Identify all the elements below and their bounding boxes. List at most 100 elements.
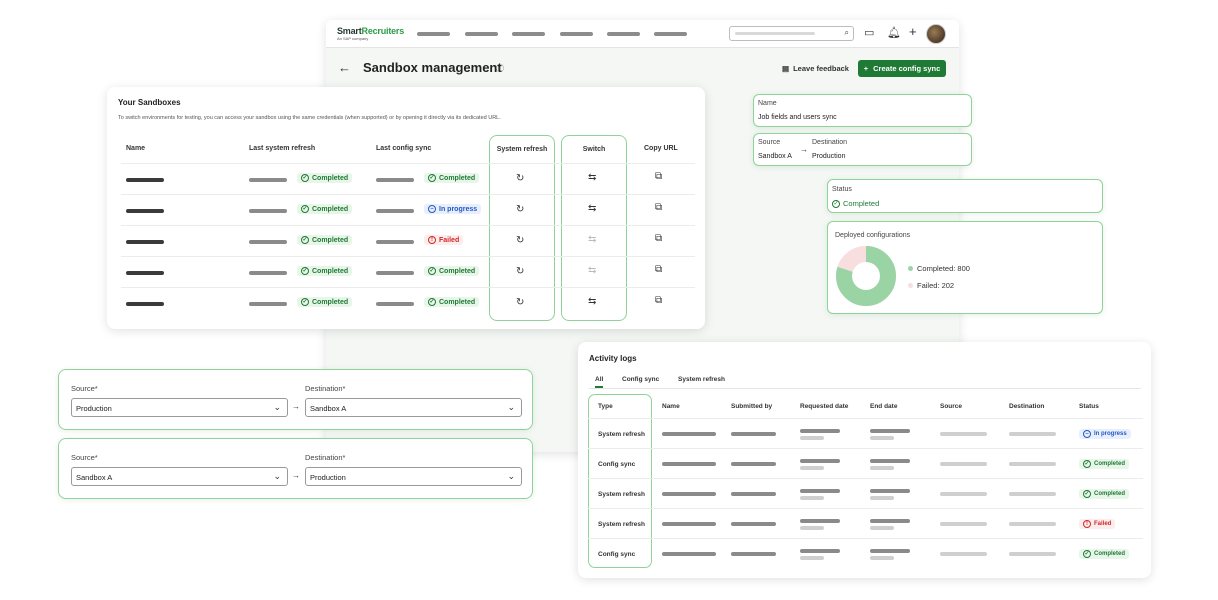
cell-placeholder [940,432,987,436]
sandbox-row: ✓ Completed ✓ Completed ↻ ⇆ ⧉ [121,256,695,287]
refresh-icon[interactable]: ↻ [516,297,524,308]
refresh-status-badge-text: Completed [312,267,349,275]
activity-type: System refresh [598,491,645,498]
logo[interactable]: SmartRecruiters [337,26,404,36]
activity-type: Config sync [598,551,636,558]
refresh-date-placeholder [249,240,287,244]
nav-item-6[interactable] [654,32,687,36]
nav-item-2[interactable] [465,32,498,36]
leave-feedback-button[interactable]: ▤ Leave feedback [782,64,849,73]
switch-user-icon[interactable]: ⇆ [588,296,596,307]
cell-placeholder [731,432,776,436]
cell-placeholder [1009,522,1056,526]
refresh-icon[interactable]: ↻ [516,204,524,215]
cell-placeholder-secondary [870,526,894,530]
col-submitted-by: Submitted by [731,403,773,410]
nav-item-1[interactable] [417,32,450,36]
tab-config-sync[interactable]: Config sync [622,376,659,383]
destination-select[interactable]: Sandbox A ⌄ [305,398,522,417]
source-select[interactable]: Production ⌄ [71,398,288,417]
copy-icon[interactable]: ⧉ [655,202,662,213]
refresh-date-placeholder [249,178,287,182]
tab-divider [589,388,1141,389]
activity-type: System refresh [598,521,645,528]
activity-row: System refresh! Failed [588,508,1143,538]
check-circle-icon: ✓ [428,267,436,275]
switch-user-icon[interactable]: ⇆ [588,203,596,214]
error-circle-icon: ! [1083,520,1091,528]
cell-placeholder-secondary [870,466,894,470]
nav-item-3[interactable] [512,32,545,36]
refresh-icon[interactable]: ↻ [516,235,524,246]
nav-item-4[interactable] [560,32,593,36]
avatar[interactable] [926,24,946,44]
search-input[interactable]: ⌕ [729,26,854,41]
arrow-right-icon: → [292,402,300,411]
sync-status-badge: ✓ Completed [424,173,480,183]
copy-icon[interactable]: ⧉ [655,295,662,306]
cell-placeholder [662,552,716,556]
copy-icon[interactable]: ⧉ [655,233,662,244]
copy-icon[interactable]: ⧉ [655,171,662,182]
cell-placeholder-secondary [800,496,824,500]
sync-status-badge-text: Completed [439,298,476,306]
sandbox-row: ✓ Completed ✓ Completed ↻ ⇆ ⧉ [121,163,695,194]
check-circle-icon: ✓ [301,205,309,213]
refresh-icon[interactable]: ↻ [516,173,524,184]
sync-status-badge: ✓ Completed [424,266,480,276]
source-select-value: Sandbox A [76,473,113,482]
nav-item-5[interactable] [607,32,640,36]
activity-status-badge: – In progress [1079,429,1131,439]
cell-placeholder [662,492,716,496]
create-config-sync-label: Create config sync [873,64,941,73]
info-icon[interactable]: ⓘ [496,63,504,74]
deployed-title: Deployed configurations [835,232,911,239]
sync-name-label: Name [758,100,777,107]
tab-all[interactable]: All [595,376,604,388]
chevron-down-icon: ⌄ [507,471,515,481]
cell-placeholder [940,552,987,556]
deployed-configurations-card: Deployed configurations Completed: 800 F… [827,221,1103,314]
cell-placeholder [731,462,776,466]
copy-icon[interactable]: ⧉ [655,264,662,275]
activity-type: Config sync [598,461,636,468]
source-select[interactable]: Sandbox A ⌄ [71,467,288,486]
feedback-icon: ▤ [782,64,790,73]
destination-label: Destination* [305,384,346,393]
check-circle-icon: ✓ [301,298,309,306]
sandbox-name-placeholder [126,302,164,306]
create-config-sync-button[interactable]: + Create config sync [858,60,946,77]
sync-status-badge-text: Completed [439,267,476,275]
progress-circle-icon: – [428,205,436,213]
cell-placeholder-secondary [800,466,824,470]
check-circle-icon: ✓ [1083,490,1091,498]
legend-failed-dot [908,283,913,288]
refresh-icon[interactable]: ↻ [516,266,524,277]
inbox-icon[interactable]: ▭ [864,26,874,39]
activity-row: System refresh – In progress [588,418,1143,448]
refresh-date-placeholder [249,271,287,275]
col-requested-date: Requested date [800,403,849,410]
destination-select[interactable]: Production ⌄ [305,467,522,486]
check-circle-icon: ✓ [1083,460,1091,468]
activity-status-badge-text: Completed [1094,461,1126,467]
refresh-status-badge: ✓ Completed [297,297,353,307]
check-circle-icon: ✓ [832,199,840,208]
arrow-right-icon: → [800,145,808,154]
switch-user-icon[interactable]: ⇆ [588,172,596,183]
source-label: Source* [71,384,98,393]
cell-placeholder [870,429,910,433]
sync-status-badge-text: Failed [439,236,460,244]
back-arrow-icon[interactable]: ← [338,60,351,75]
col-system-refresh: System refresh [496,146,548,153]
col-name: Name [662,403,680,410]
source-destination-form-1: Source* Destination* Production ⌄ → Sand… [58,369,533,430]
bell-icon[interactable]: 🔔︎ [887,26,901,39]
tab-system-refresh[interactable]: System refresh [678,376,725,383]
plus-icon[interactable]: + [909,24,917,39]
refresh-status-badge: ✓ Completed [297,173,353,183]
col-type: Type [598,403,613,410]
col-end-date: End date [870,403,898,410]
legend-completed: Completed: 800 [908,264,970,273]
error-circle-icon: ! [428,236,436,244]
